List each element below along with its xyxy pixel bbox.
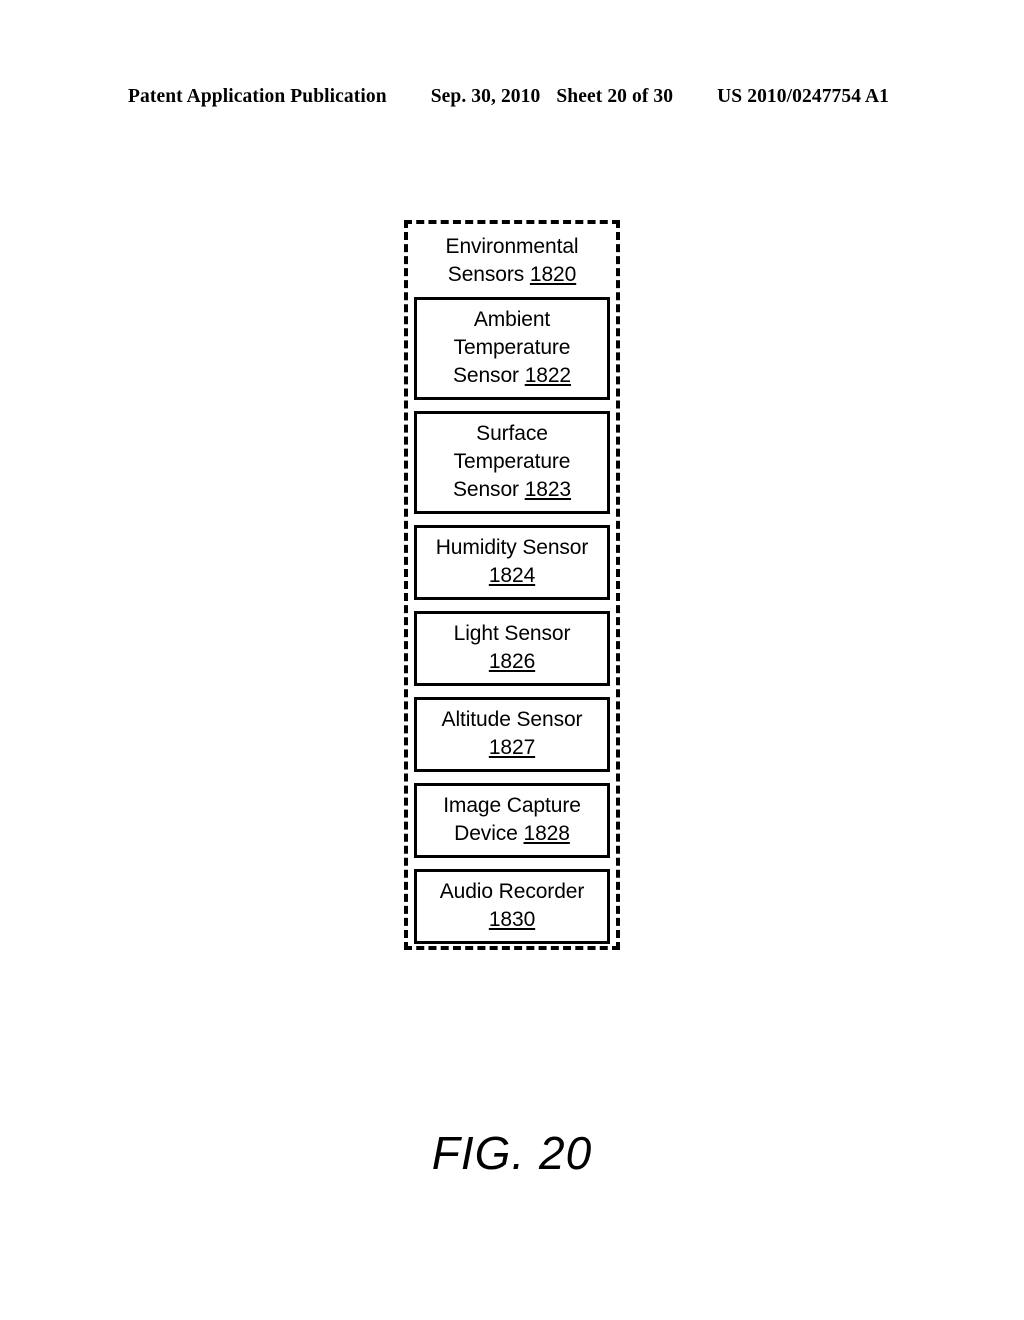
group-reference-number: 1820 xyxy=(529,263,577,286)
sensor-block-reference-number: 1823 xyxy=(524,478,572,501)
sensor-block-humidity-sensor: Humidity Sensor 1824 xyxy=(414,525,610,600)
sensor-block-label: Audio Recorder xyxy=(439,880,585,903)
sensor-block-label: Temperature xyxy=(453,336,571,359)
sensor-block-ambient-temperature-sensor: Ambient Temperature Sensor 1822 xyxy=(414,297,610,400)
sensor-block-label: Surface xyxy=(476,422,548,445)
sensor-block-label: Device xyxy=(454,822,518,845)
sensor-block-label: Sensor xyxy=(452,364,519,387)
sensor-block-label: Temperature xyxy=(453,450,571,473)
sensor-block-reference-number: 1826 xyxy=(488,650,536,673)
sensor-block-reference-number: 1830 xyxy=(488,908,536,931)
sensor-block-image-capture-device: Image Capture Device 1828 xyxy=(414,783,610,858)
sensor-block-label: Light Sensor xyxy=(453,622,571,645)
group-title-line-1: Environmental xyxy=(445,235,579,258)
environmental-sensors-group: Environmental Sensors 1820 Ambient Temper… xyxy=(404,220,620,950)
sensor-block-label: Humidity Sensor xyxy=(435,536,589,559)
sensor-block-stack: Ambient Temperature Sensor 1822 Surface Temp… xyxy=(414,297,610,944)
sensor-block-label: Altitude Sensor xyxy=(441,708,583,731)
figure-caption: FIG. 20 xyxy=(431,1127,593,1179)
sensor-block-label: Image Capture xyxy=(443,794,581,817)
figure-20-diagram: Environmental Sensors 1820 Ambient Temper… xyxy=(0,0,1024,1320)
sensor-block-reference-number: 1822 xyxy=(524,364,572,387)
sensor-block-label: Sensor xyxy=(452,478,519,501)
sensor-block-light-sensor: Light Sensor 1826 xyxy=(414,611,610,686)
sensor-block-altitude-sensor: Altitude Sensor 1827 xyxy=(414,697,610,772)
sensor-block-reference-number: 1828 xyxy=(523,822,570,845)
environmental-sensors-title: Environmental Sensors 1820 xyxy=(408,233,616,289)
sensor-block-audio-recorder: Audio Recorder 1830 xyxy=(414,869,610,944)
sensor-block-reference-number: 1824 xyxy=(488,564,536,587)
sensor-block-surface-temperature-sensor: Surface Temperature Sensor 1823 xyxy=(414,411,610,514)
sensor-block-reference-number: 1827 xyxy=(488,736,536,759)
group-title-line-2: Sensors xyxy=(447,263,525,286)
sensor-block-label: Ambient xyxy=(473,308,551,331)
